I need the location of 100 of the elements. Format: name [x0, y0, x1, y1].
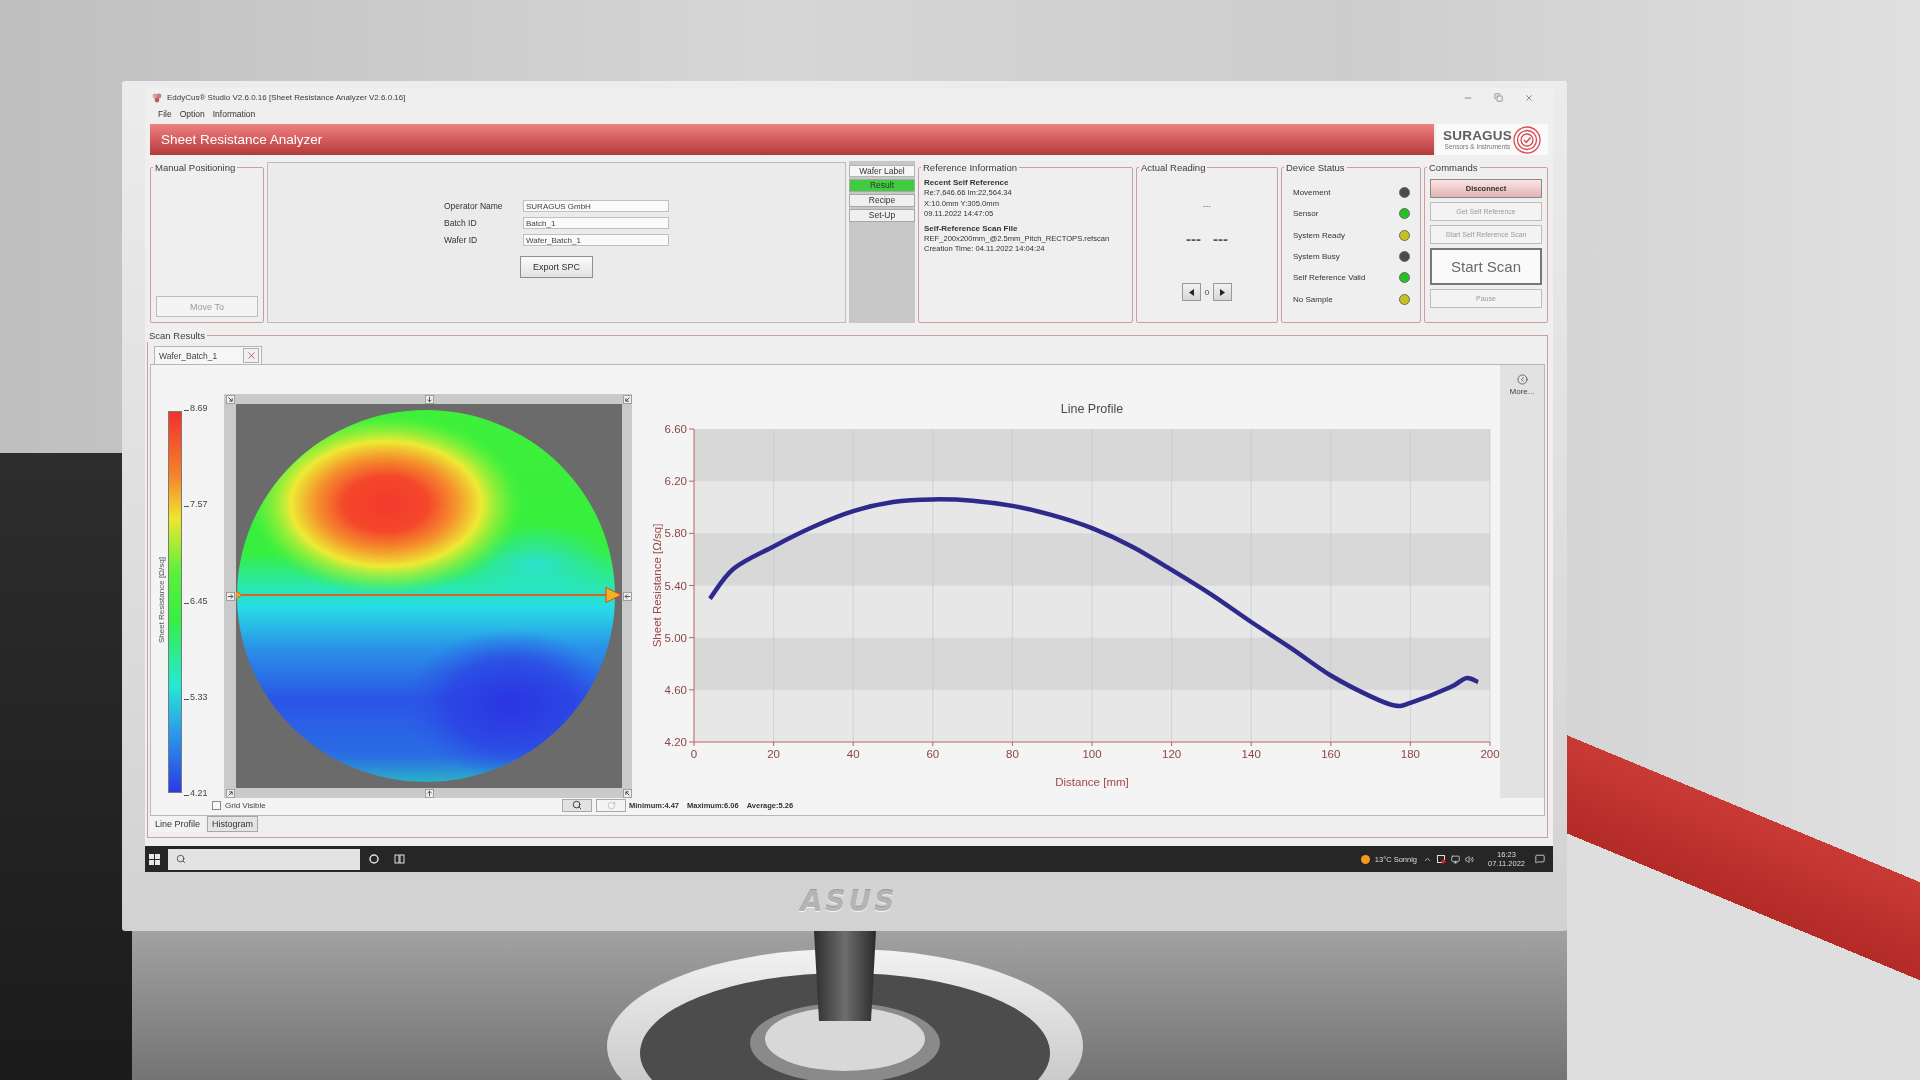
- panel-title: Actual Reading: [1140, 161, 1207, 174]
- status-label: System Busy: [1293, 252, 1340, 262]
- close-icon: [245, 350, 257, 361]
- axis-tick-label: 6.20: [664, 475, 687, 488]
- axis-tick-label: 200: [1480, 748, 1500, 760]
- reading-value: ---: [1213, 231, 1228, 247]
- side-tab[interactable]: Result: [849, 179, 915, 192]
- arrow-icon[interactable]: [225, 394, 235, 404]
- scale-tick-label: 8.69: [184, 403, 208, 413]
- header-title: Sheet Resistance Analyzer: [161, 132, 323, 147]
- axis-title: Distance [mm]: [1055, 776, 1129, 788]
- menu-item[interactable]: File: [155, 108, 175, 120]
- panel-title: Manual Positioning: [154, 161, 237, 174]
- speaker-icon[interactable]: [1465, 854, 1474, 864]
- circle-icon[interactable]: [369, 854, 379, 864]
- checkbox[interactable]: [212, 800, 221, 810]
- zoom-button[interactable]: [562, 798, 592, 812]
- axis-tick-label: 60: [926, 748, 940, 760]
- scale-tick-label: 5.33: [184, 691, 208, 702]
- axis-tick-label: 40: [846, 748, 860, 760]
- notification-icon[interactable]: [1535, 854, 1545, 864]
- field-label: Batch ID: [444, 217, 478, 229]
- side-tab[interactable]: Recipe: [849, 194, 915, 207]
- tray-app-icon[interactable]: [1437, 854, 1446, 864]
- color-scale-title: Sheet Resistance [Ω/sq]: [157, 557, 166, 644]
- arrow-icon[interactable]: [622, 591, 632, 601]
- window-title: EddyCus® Studio V2.6.0.16 [Sheet Resistance Analyzer V2.6.0.16]: [167, 93, 406, 102]
- axis-tick-label: 5.40: [664, 579, 687, 592]
- arrow-icon[interactable]: [225, 591, 235, 601]
- arrow-icon[interactable]: [424, 394, 434, 404]
- status-label: Movement: [1293, 188, 1331, 198]
- panel-title: Scan Results: [148, 329, 206, 342]
- status-label: Self Reference Valid: [1293, 273, 1366, 283]
- view-tab[interactable]: Line Profile: [150, 816, 206, 832]
- search-icon: [176, 854, 186, 864]
- section-heading: Recent Self Reference: [924, 177, 1010, 188]
- text-field[interactable]: Batch_1: [523, 217, 669, 229]
- field-label: Wafer ID: [444, 234, 479, 246]
- side-tab[interactable]: Set-Up: [849, 209, 915, 222]
- scale-tick-label: 6.45: [184, 595, 208, 606]
- brand-logo: ASUS: [800, 886, 898, 917]
- menu-item[interactable]: Information: [209, 108, 259, 120]
- triangle-left-icon: [1187, 287, 1195, 297]
- export-button[interactable]: Export SPC: [520, 256, 593, 278]
- logo-wordmark: SURAGUS: [1443, 128, 1512, 143]
- status-label: No Sample: [1293, 294, 1333, 304]
- next-button[interactable]: [1213, 283, 1233, 301]
- axis-tick-label: 80: [1006, 748, 1019, 760]
- windows-start-icon[interactable]: [149, 853, 160, 865]
- reading-value: ---: [1186, 231, 1201, 247]
- app-icon: [152, 92, 162, 103]
- monitor-icon[interactable]: [1451, 854, 1460, 864]
- scale-tick-label: 4.21: [184, 788, 208, 798]
- arrow-icon[interactable]: [424, 788, 434, 798]
- more-button[interactable]: More...: [1509, 374, 1535, 396]
- document-tab[interactable]: Wafer_Batch_1: [154, 346, 262, 364]
- panel-title: Reference Information: [922, 161, 1018, 174]
- target-check-icon: [1512, 125, 1541, 154]
- chevron-left-icon: [1516, 374, 1528, 385]
- arrow-icon[interactable]: [622, 394, 632, 404]
- arrow-icon[interactable]: [225, 788, 235, 798]
- task-view-icon[interactable]: [394, 854, 405, 864]
- text-field[interactable]: Wafer_Batch_1: [523, 234, 669, 246]
- axis-tick-label: 100: [1082, 748, 1102, 760]
- reading-status: ---: [1203, 201, 1211, 211]
- menu-item[interactable]: Option: [176, 108, 208, 120]
- scale-tick-label: 7.57: [184, 499, 208, 510]
- axis-title: Sheet Resistance [Ω/sq]: [651, 523, 663, 648]
- section-heading: Self-Reference Scan File: [924, 222, 1019, 234]
- arrow-icon[interactable]: [622, 788, 632, 798]
- axis-tick-label: 5.80: [664, 527, 687, 540]
- axis-tick-label: 4.20: [664, 736, 687, 748]
- view-tab[interactable]: Histogram: [207, 816, 259, 832]
- panel-title: Device Status: [1285, 161, 1346, 174]
- text-field[interactable]: SURAGUS GmbH: [523, 200, 669, 212]
- search-icon: [572, 800, 582, 810]
- status-label: System Ready: [1293, 230, 1346, 240]
- axis-tick-label: 0: [690, 748, 698, 760]
- status-label: Sensor: [1293, 209, 1319, 219]
- axis-tick-label: 140: [1241, 748, 1261, 760]
- triangle-right-icon: [1219, 287, 1227, 297]
- tab-label: Wafer_Batch_1: [159, 350, 218, 361]
- previous-button[interactable]: [1181, 283, 1201, 301]
- axis-tick-label: 6.60: [664, 423, 687, 435]
- command-button[interactable]: Start Scan: [1430, 248, 1542, 285]
- panel-title: Commands: [1428, 161, 1479, 174]
- chart-title: Line Profile: [1060, 402, 1124, 416]
- axis-tick-label: 5.00: [664, 631, 687, 644]
- axis-tick-label: 4.60: [664, 683, 687, 696]
- field-label: Operator Name: [444, 200, 504, 212]
- taskbar-search-field[interactable]: [168, 848, 360, 870]
- reading-index: 0: [1204, 287, 1210, 297]
- close-tab-button[interactable]: [243, 348, 259, 363]
- close-icon[interactable]: [1524, 92, 1534, 103]
- checkbox-label: Grid Visible: [225, 800, 266, 810]
- axis-tick-label: 160: [1321, 748, 1341, 760]
- axis-tick-label: 120: [1162, 748, 1182, 760]
- sun-icon: [1360, 854, 1370, 864]
- wafer-label-header: Wafer Label: [849, 165, 915, 177]
- axis-tick-label: 20: [767, 748, 780, 760]
